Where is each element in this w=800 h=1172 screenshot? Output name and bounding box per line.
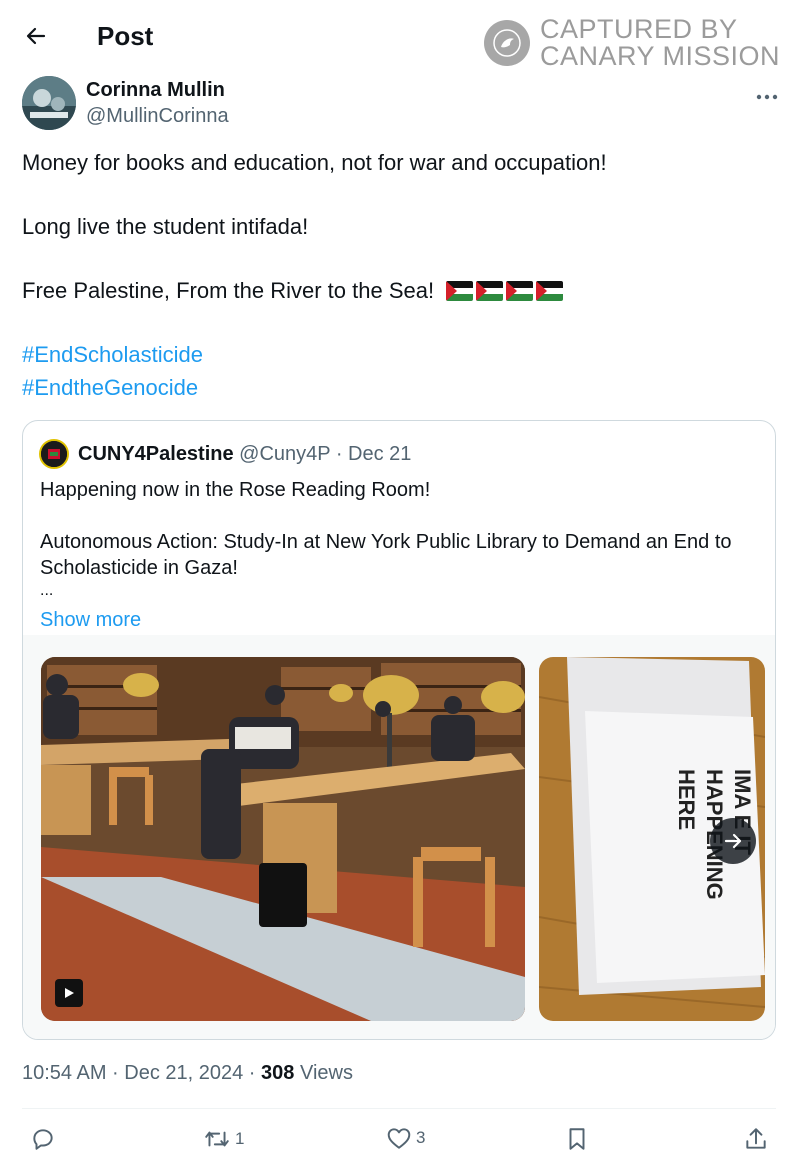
photo-thumbnail[interactable]: IMA E IT HAPPENING HERE [539, 657, 765, 1021]
palestine-flag-emojis [446, 281, 566, 307]
repost-button[interactable]: 1 [203, 1126, 244, 1152]
watermark-line-1: CAPTURED BY [540, 14, 738, 44]
repost-count: 1 [235, 1129, 245, 1148]
post-timestamp: 10:54 AM · Dec 21, 2024 · 308 Views [22, 1062, 353, 1085]
quoted-text-line: Autonomous Action: Study-In at New York … [40, 531, 732, 553]
like-button[interactable]: 3 [386, 1126, 425, 1150]
carousel-next-button[interactable] [710, 818, 756, 864]
canary-mission-watermark: CAPTURED BY CANARY MISSION [484, 16, 780, 70]
share-icon [746, 1128, 766, 1149]
play-icon [65, 988, 74, 998]
author-handle[interactable]: @MullinCorinna [86, 105, 229, 128]
back-button[interactable] [18, 18, 54, 54]
quoted-text-ellipsis: ... [40, 582, 54, 599]
palestine-flag-icon [536, 281, 564, 301]
author-name[interactable]: Corinna Mullin [86, 79, 225, 102]
divider [22, 1108, 776, 1109]
post-author: Corinna Mullin @MullinCorinna [22, 76, 782, 132]
like-icon [387, 1128, 411, 1149]
quoted-author-meta: @Cuny4P · Dec 21 [233, 443, 412, 465]
quoted-text-line: Happening now in the Rose Reading Room! [40, 479, 431, 501]
quoted-post[interactable]: CUNY4Palestine @Cuny4P · Dec 21 Happenin… [22, 420, 776, 1040]
video-thumbnail[interactable] [41, 657, 525, 1021]
reply-button[interactable] [30, 1126, 60, 1152]
like-count: 3 [416, 1128, 426, 1147]
avatar[interactable] [22, 76, 76, 130]
watermark-line-2: CANARY MISSION [540, 41, 781, 71]
page-title: Post [97, 21, 154, 51]
post-text: Free Palestine, From the River to the Se… [22, 278, 435, 303]
play-button[interactable] [55, 979, 83, 1007]
more-options-button[interactable] [756, 80, 778, 106]
bookmark-icon [569, 1128, 585, 1150]
more-icon [756, 94, 778, 100]
quoted-avatar[interactable] [39, 439, 69, 469]
hashtag-link[interactable]: #EndScholasticide [22, 342, 203, 368]
canary-logo-icon [484, 20, 530, 66]
back-arrow-icon [26, 27, 46, 45]
palestine-flag-icon [446, 281, 474, 301]
share-button[interactable] [744, 1126, 768, 1152]
palestine-flag-icon [476, 281, 504, 301]
timestamp-text[interactable]: 10:54 AM · Dec 21, 2024 · [22, 1062, 261, 1084]
media-carousel: IMA E IT HAPPENING HERE [23, 635, 775, 1039]
palestine-flag-icon [506, 281, 534, 301]
views-count: 308 [261, 1062, 295, 1084]
reply-icon [33, 1129, 53, 1150]
show-more-link[interactable]: Show more [40, 609, 141, 632]
post-text-line: Money for books and education, not for w… [22, 150, 607, 175]
repost-icon [205, 1131, 229, 1147]
quoted-post-header: CUNY4Palestine @Cuny4P · Dec 21 [78, 443, 411, 466]
quoted-text-line: Scholasticide in Gaza! [40, 557, 238, 579]
post-text-line-with-flags: Free Palestine, From the River to the Se… [22, 278, 566, 307]
bookmark-button[interactable] [566, 1126, 588, 1152]
arrow-right-icon [724, 833, 742, 849]
sign-text-line-3: HERE [674, 769, 699, 830]
hashtag-link[interactable]: #EndtheGenocide [22, 375, 198, 401]
quoted-author-name[interactable]: CUNY4Palestine [78, 443, 234, 465]
action-bar: 1 3 [0, 1122, 800, 1162]
views-label: Views [294, 1062, 353, 1084]
post-text-line: Long live the student intifada! [22, 214, 309, 239]
